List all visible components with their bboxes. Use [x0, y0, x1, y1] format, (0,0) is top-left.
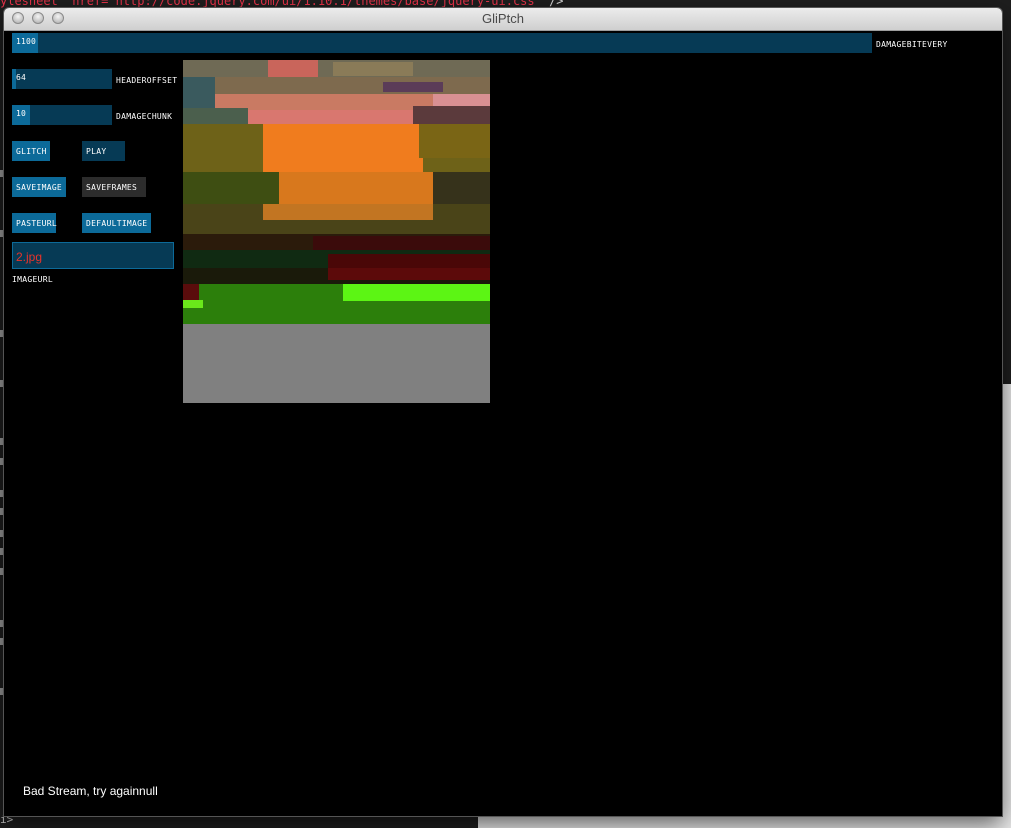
slider-value: 1100	[16, 37, 37, 46]
damage-bit-every-label: DAMAGEBITEVERY	[876, 40, 948, 49]
slider-value: 64	[16, 73, 27, 82]
save-frames-button[interactable]: SAVEFRAMES	[82, 177, 146, 197]
default-image-button[interactable]: DEFAULTIMAGE	[82, 213, 151, 233]
title-bar[interactable]: GliPtch	[4, 8, 1002, 31]
header-offset-slider[interactable]: 64	[12, 69, 112, 89]
image-url-input[interactable]: 2.jpg	[12, 242, 174, 269]
play-button[interactable]: PLAY	[82, 141, 125, 161]
background-window-edge	[478, 816, 1011, 828]
status-message: Bad Stream, try againnull	[23, 784, 158, 798]
damage-bit-every-slider[interactable]: 1100	[12, 33, 872, 53]
background-code-line: ylesheet" href="http://code.jquery.com/u…	[0, 0, 564, 8]
image-url-label: IMAGEURL	[12, 275, 53, 284]
window-title: GliPtch	[482, 11, 524, 26]
background-window-edge	[1003, 384, 1011, 828]
glitched-image-canvas	[183, 60, 490, 403]
slider-value: 10	[16, 109, 27, 118]
glitch-button[interactable]: GLITCH	[12, 141, 50, 161]
gliptch-window: GliPtch 1100 DAMAGEBITEVERY 64 HEADEROFF…	[4, 8, 1002, 816]
paste-url-button[interactable]: PASTEURL	[12, 213, 57, 233]
damage-chunk-slider[interactable]: 10	[12, 105, 112, 125]
save-image-button[interactable]: SAVEIMAGE	[12, 177, 66, 197]
damage-chunk-label: DAMAGECHUNK	[116, 112, 173, 121]
header-offset-label: HEADEROFFSET	[116, 76, 178, 85]
